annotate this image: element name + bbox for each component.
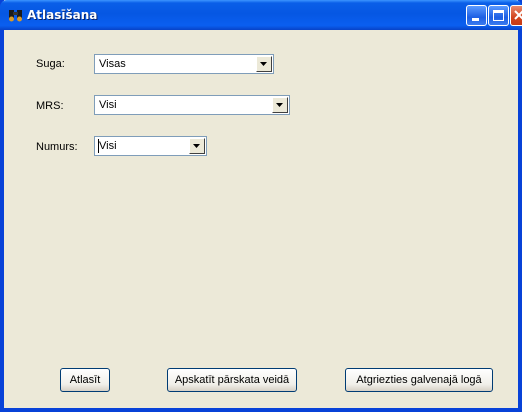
binoculars-icon <box>8 8 23 22</box>
maximize-icon <box>493 10 504 21</box>
mrs-label: MRS: <box>36 100 64 112</box>
species-value: Visas <box>99 58 126 70</box>
close-icon <box>514 10 522 20</box>
chevron-down-icon <box>260 62 267 66</box>
maximize-button[interactable] <box>488 5 509 26</box>
number-dropdown-button[interactable] <box>189 138 205 154</box>
chevron-down-icon <box>193 144 200 148</box>
number-label: Numurs: <box>36 141 78 153</box>
species-dropdown-button[interactable] <box>256 56 272 72</box>
back-to-main-button[interactable]: Atgriezties galvenajā logā <box>345 368 493 392</box>
mrs-dropdown-button[interactable] <box>272 97 288 113</box>
number-select[interactable]: Visi <box>94 136 207 156</box>
minimize-icon <box>472 18 479 21</box>
window-title: Atlasīšana <box>27 8 98 22</box>
mrs-select[interactable]: Visi <box>94 95 290 115</box>
chevron-down-icon <box>276 103 283 107</box>
close-button[interactable] <box>510 5 522 26</box>
species-label: Suga: <box>36 58 65 70</box>
mrs-value: Visi <box>99 99 117 111</box>
title-bar[interactable]: Atlasīšana <box>0 0 522 30</box>
minimize-button[interactable] <box>466 5 487 26</box>
number-value: Visi <box>99 140 117 152</box>
dialog-window: Atlasīšana Suga: Visas MRS: Visi Numurs:… <box>0 0 522 412</box>
select-button[interactable]: Atlasīt <box>60 368 110 392</box>
report-view-button[interactable]: Apskatīt pārskata veidā <box>167 368 297 392</box>
species-select[interactable]: Visas <box>94 54 274 74</box>
